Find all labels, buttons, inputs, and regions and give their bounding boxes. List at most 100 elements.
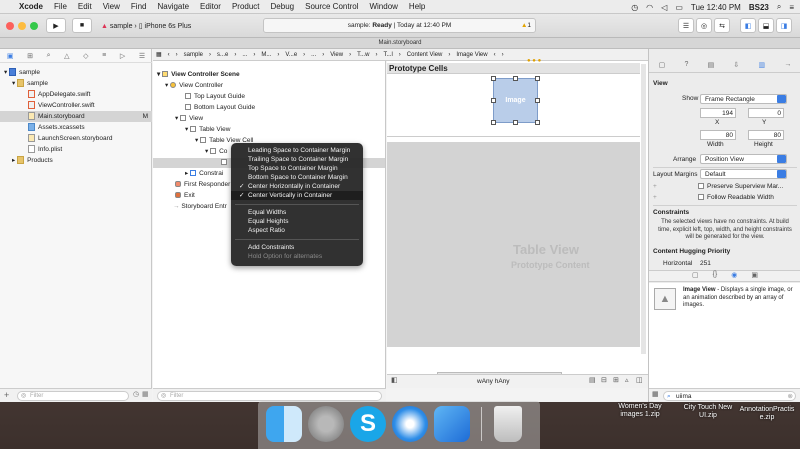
menu-navigate[interactable]: Navigate	[157, 2, 189, 11]
jump-content-view[interactable]: Content View	[407, 52, 443, 58]
resize-handle[interactable]	[535, 120, 540, 125]
size-class-label[interactable]: wAny hAny	[477, 378, 510, 385]
toggle-navigator-button[interactable]: ◧	[740, 18, 756, 33]
resize-handle[interactable]	[535, 98, 540, 103]
menu-item-leading-space[interactable]: Leading Space to Container Margin	[231, 146, 363, 155]
minimize-window-button[interactable]	[18, 22, 26, 30]
search-icon[interactable]: ⌕	[47, 52, 51, 60]
storyboard-canvas[interactable]: ● ● ● Prototype Cells Image Table View P…	[387, 58, 648, 388]
y-field[interactable]: 0	[748, 108, 784, 118]
object-library-icon[interactable]: ◉	[731, 271, 737, 281]
width-field[interactable]: 80	[700, 130, 736, 140]
debug-icon[interactable]: ≡	[102, 52, 106, 59]
outline-view[interactable]: ▾ View	[175, 114, 203, 124]
stack-icon[interactable]: ▤	[589, 376, 596, 384]
canvas-scrollbar[interactable]	[641, 64, 646, 354]
list-icon[interactable]: ≡	[789, 3, 794, 12]
code-snippet-icon[interactable]: {}	[713, 271, 718, 281]
version-editor-button[interactable]: ⇆	[714, 18, 730, 33]
pin-icon[interactable]: ⊞	[613, 376, 619, 384]
preserve-superview-checkbox[interactable]: Preserve Superview Mar...	[698, 183, 783, 190]
clear-icon[interactable]: ⊗	[788, 392, 793, 401]
wifi-icon[interactable]: ◠	[646, 3, 653, 12]
desktop-file-womens-day[interactable]: Women's Day images 1.zip	[610, 403, 670, 419]
plus-icon[interactable]: +	[653, 194, 657, 201]
menu-edit[interactable]: Edit	[78, 2, 92, 11]
nav-file-assets[interactable]: Assets.xcassets	[0, 122, 152, 133]
toggle-utilities-button[interactable]: ◨	[776, 18, 792, 33]
nav-file-viewcontroller[interactable]: ViewController.swift	[0, 100, 152, 111]
back-icon[interactable]: ‹	[168, 52, 170, 58]
xcode-icon[interactable]	[434, 406, 470, 442]
follow-readable-checkbox[interactable]: Follow Readable Width	[698, 194, 774, 201]
folder-icon[interactable]: ▣	[7, 52, 14, 60]
menu-app-xcode[interactable]: Xcode	[19, 2, 43, 11]
search-icon[interactable]: ⌕	[777, 2, 781, 12]
nav-products-row[interactable]: ▸ Products	[0, 155, 152, 166]
jump-forward-arrow-icon[interactable]: ›	[502, 52, 504, 58]
menu-file[interactable]: File	[54, 2, 67, 11]
symbol-icon[interactable]: ⊞	[27, 52, 33, 60]
menu-view[interactable]: View	[103, 2, 120, 11]
safari-icon[interactable]	[392, 406, 428, 442]
jump-item[interactable]: ...	[242, 52, 247, 58]
desktop-file-annotation[interactable]: AnnotationPractis e.zip	[734, 406, 800, 422]
resize-handle[interactable]	[491, 120, 496, 125]
standard-editor-button[interactable]: ☰	[678, 18, 694, 33]
resize-handle[interactable]	[491, 76, 496, 81]
resize-handle[interactable]	[513, 76, 518, 81]
navigator-filter-input[interactable]: ◎ Filter	[17, 391, 129, 401]
nav-file-infoplist[interactable]: Info.plist	[0, 144, 152, 155]
size-inspector-icon[interactable]: ▥	[759, 61, 766, 72]
resize-handle[interactable]	[491, 98, 496, 103]
battery-icon[interactable]: ▭	[675, 3, 683, 12]
outline-first-responder[interactable]: First Responder	[175, 180, 230, 190]
outline-table-view[interactable]: ▾ Table View	[185, 125, 230, 135]
clock[interactable]: Tue 12:40 PM	[691, 3, 741, 12]
outline-top-layout-guide[interactable]: Top Layout Guide	[185, 92, 245, 102]
toggle-debug-button[interactable]: ⬓	[758, 18, 774, 33]
jump-group[interactable]: s...e	[217, 52, 228, 58]
x-field[interactable]: 194	[700, 108, 736, 118]
outline-constraints[interactable]: ▸ Constrai	[185, 169, 223, 179]
nav-file-launchscreen[interactable]: LaunchScreen.storyboard	[0, 133, 152, 144]
menu-item-center-horizontally[interactable]: ✓ Center Horizontally in Container	[231, 182, 363, 191]
document-outline-toggle-icon[interactable]: ◧	[391, 376, 398, 384]
menu-item-equal-heights[interactable]: Equal Heights	[231, 217, 363, 226]
help-inspector-icon[interactable]: ?	[684, 61, 688, 72]
assistant-editor-button[interactable]: ◎	[696, 18, 712, 33]
identity-inspector-icon[interactable]: ▤	[708, 61, 715, 72]
scheme-selector[interactable]: ▲ sample › ▯ iPhone 6s Plus	[101, 20, 191, 32]
jump-item[interactable]: M...	[261, 52, 271, 58]
launchpad-icon[interactable]	[308, 406, 344, 442]
menu-item-top-space[interactable]: Top Space to Container Margin	[231, 164, 363, 173]
run-button[interactable]: ▶	[46, 18, 66, 33]
resolve-issues-icon[interactable]: ▵	[625, 376, 629, 384]
report-icon[interactable]: ☰	[139, 52, 145, 60]
file-inspector-icon[interactable]: ▢	[659, 61, 666, 72]
zoom-window-button[interactable]	[30, 22, 38, 30]
tab-main-storyboard[interactable]: Main.storyboard	[378, 40, 421, 46]
outline-content-view[interactable]: ▾ Co	[205, 147, 227, 157]
horizontal-value[interactable]: 251	[700, 260, 711, 267]
arrange-popup[interactable]: Position View	[700, 154, 787, 164]
menu-item-center-vertically[interactable]: ✓ Center Vertically in Container	[231, 191, 363, 200]
jump-table-cell[interactable]: T...l	[383, 52, 392, 58]
grid-view-icon[interactable]: ▦	[652, 390, 659, 398]
issue-icon[interactable]: △	[64, 52, 69, 60]
resize-handle[interactable]	[513, 120, 518, 125]
nav-file-appdelegate[interactable]: AppDelegate.swift	[0, 89, 152, 100]
menu-find[interactable]: Find	[131, 2, 147, 11]
user-name[interactable]: BS23	[749, 3, 769, 12]
timer-icon[interactable]: ◷	[631, 3, 638, 12]
jump-image-view[interactable]: Image View	[456, 52, 487, 58]
breakpoint-icon[interactable]: ▷	[120, 52, 125, 60]
library-search-input[interactable]: ⌕ uiima ⊗	[663, 391, 796, 401]
close-window-button[interactable]	[6, 22, 14, 30]
outline-exit[interactable]: Exit	[175, 191, 195, 201]
plus-icon[interactable]: +	[653, 183, 657, 190]
forward-icon[interactable]: ›	[176, 52, 178, 58]
menu-item-add-constraints[interactable]: Add Constraints	[231, 243, 363, 252]
outline-scene-row[interactable]: ▾ View Controller Scene	[157, 70, 240, 80]
menu-product[interactable]: Product	[232, 2, 260, 11]
